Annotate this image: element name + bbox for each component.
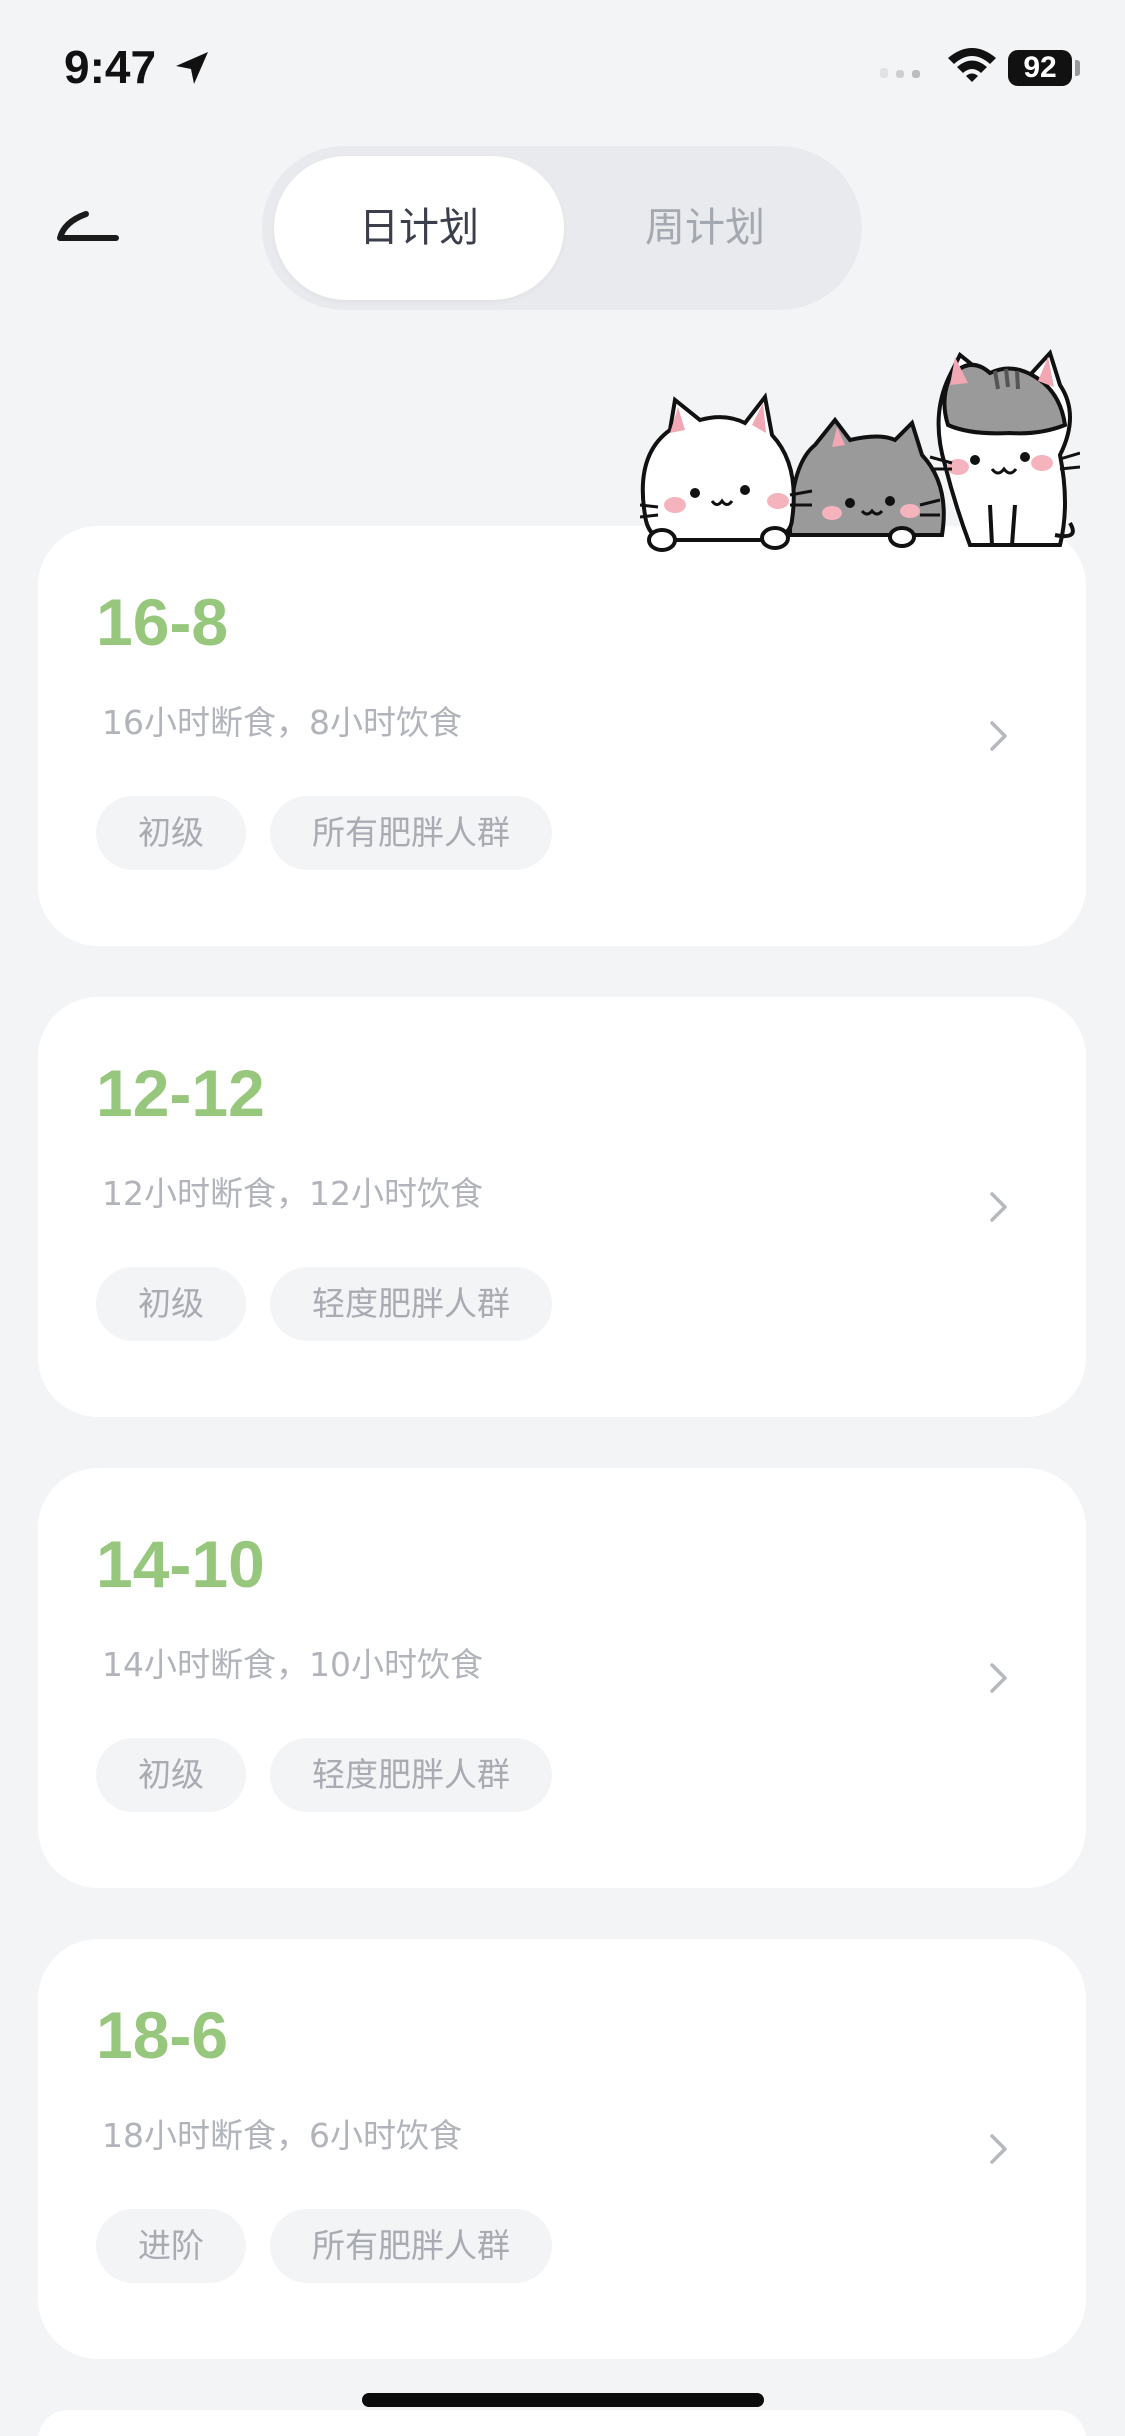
plan-tags: 初级 轻度肥胖人群 <box>96 1738 552 1812</box>
cats-illustration <box>640 349 1080 552</box>
audience-tag: 轻度肥胖人群 <box>270 1738 552 1812</box>
back-arrow-icon[interactable] <box>50 200 130 260</box>
grey-cat-icon <box>787 416 946 548</box>
signal-icon <box>880 68 920 78</box>
plan-title: 16-8 <box>96 585 229 659</box>
plan-title: 14-10 <box>96 1527 265 1601</box>
status-time: 9:47 <box>64 41 157 93</box>
level-tag: 进阶 <box>96 2209 246 2283</box>
tabby-cat-icon <box>929 349 1080 547</box>
plan-card-12-12[interactable]: 12-12 12小时断食，12小时饮食 初级 轻度肥胖人群 <box>38 997 1086 1417</box>
audience-tag: 轻度肥胖人群 <box>270 1267 552 1341</box>
plan-description: 12小时断食，12小时饮食 <box>102 1174 483 1213</box>
plan-card-14-10[interactable]: 14-10 14小时断食，10小时饮食 初级 轻度肥胖人群 <box>38 1468 1086 1888</box>
white-cat-icon <box>640 392 813 552</box>
status-bar: 9:47 92 <box>0 0 1125 140</box>
plan-title: 12-12 <box>96 1056 265 1130</box>
battery-tip <box>1075 60 1080 76</box>
location-arrow-icon <box>176 52 208 84</box>
plan-description: 16小时断食，8小时饮食 <box>102 703 462 742</box>
plan-description: 14小时断食，10小时饮食 <box>102 1645 483 1684</box>
plan-screen: 9:47 92 日计划 周计划 16-8 16小时断食，8小时饮食 初级 所有肥… <box>0 0 1125 2436</box>
audience-tag: 所有肥胖人群 <box>270 2209 552 2283</box>
level-tag: 初级 <box>96 1267 246 1341</box>
plan-title: 18-6 <box>96 1998 229 2072</box>
home-indicator[interactable] <box>362 2393 764 2407</box>
level-tag: 初级 <box>96 796 246 870</box>
chevron-right-icon <box>990 721 1007 751</box>
chevron-right-icon <box>990 1192 1007 1222</box>
plan-type-segmented-control: 日计划 周计划 <box>262 146 862 310</box>
plan-card-next[interactable] <box>38 2410 1086 2436</box>
wifi-icon <box>948 48 996 82</box>
plan-tags: 初级 轻度肥胖人群 <box>96 1267 552 1341</box>
plan-tags: 初级 所有肥胖人群 <box>96 796 552 870</box>
level-tag: 初级 <box>96 1738 246 1812</box>
battery-level: 92 <box>1008 50 1072 86</box>
tab-weekly-plan[interactable]: 周计划 <box>560 156 850 300</box>
chevron-right-icon <box>990 1663 1007 1693</box>
tab-daily-plan[interactable]: 日计划 <box>274 156 564 300</box>
plan-tags: 进阶 所有肥胖人群 <box>96 2209 552 2283</box>
chevron-right-icon <box>990 2134 1007 2164</box>
plan-card-16-8[interactable]: 16-8 16小时断食，8小时饮食 初级 所有肥胖人群 <box>38 526 1086 946</box>
audience-tag: 所有肥胖人群 <box>270 796 552 870</box>
plan-description: 18小时断食，6小时饮食 <box>102 2116 462 2155</box>
plan-card-18-6[interactable]: 18-6 18小时断食，6小时饮食 进阶 所有肥胖人群 <box>38 1939 1086 2359</box>
